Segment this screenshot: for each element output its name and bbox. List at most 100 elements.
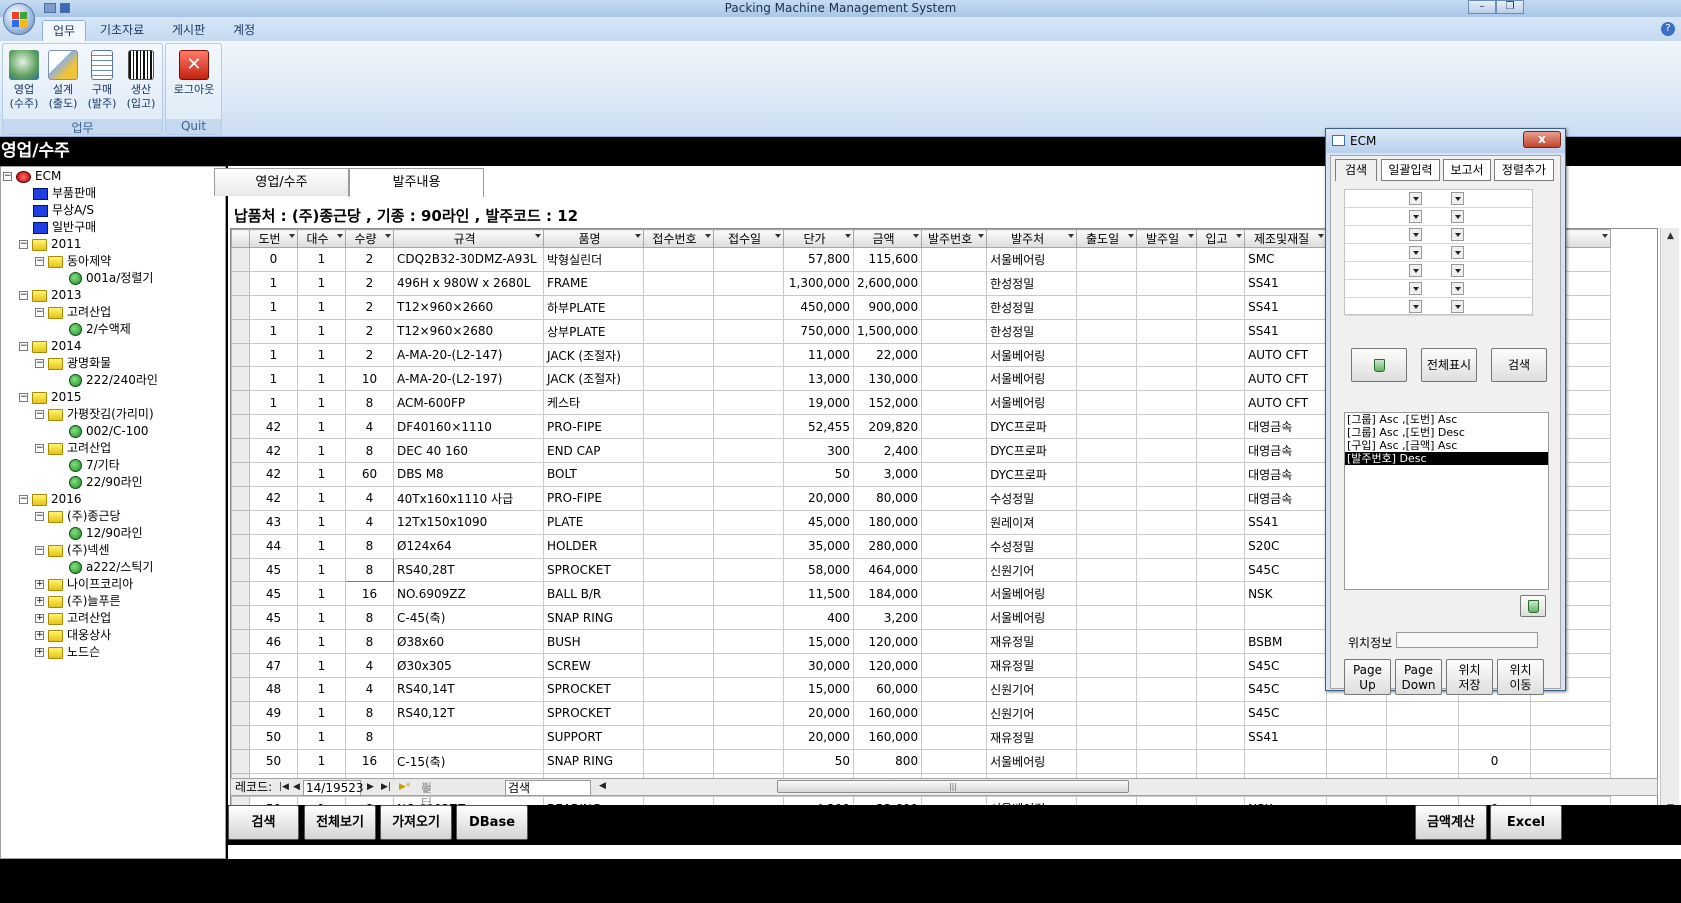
- table-cell[interactable]: NO.6909ZZ: [393, 581, 544, 607]
- table-cell[interactable]: 4: [345, 485, 394, 511]
- table-cell[interactable]: [1196, 390, 1246, 416]
- table-cell[interactable]: A-MA-20-(L2-147): [393, 342, 544, 368]
- column-header[interactable]: 발주일: [1136, 229, 1198, 248]
- table-cell[interactable]: 47: [249, 653, 298, 679]
- table-cell[interactable]: SNAP RING: [543, 605, 644, 631]
- table-cell[interactable]: [713, 724, 784, 750]
- tree-item[interactable]: + 고려산업: [35, 609, 111, 627]
- new-record-icon[interactable]: ▶*: [399, 780, 410, 795]
- table-cell[interactable]: [921, 605, 988, 631]
- table-cell[interactable]: [643, 414, 714, 440]
- table-cell[interactable]: [1136, 677, 1198, 702]
- table-cell[interactable]: [1076, 294, 1138, 320]
- table-cell[interactable]: 50: [783, 462, 854, 487]
- table-row[interactable]: 50 1 16 C-15(축) SNAP RING 50 800 서울베어링 0: [231, 748, 1612, 774]
- table-cell[interactable]: FRAME: [543, 270, 644, 296]
- sort-dropdown-icon[interactable]: [845, 234, 851, 238]
- table-cell[interactable]: 1: [249, 366, 298, 392]
- table-cell[interactable]: 1: [297, 557, 346, 583]
- table-cell[interactable]: [643, 700, 714, 726]
- view-all-button[interactable]: 전체보기: [304, 805, 376, 840]
- horizontal-scroll-thumb[interactable]: |||: [777, 780, 1129, 793]
- table-cell[interactable]: S45C: [1244, 653, 1328, 679]
- vertical-scrollbar[interactable]: ▲ ▼: [1660, 228, 1679, 816]
- table-cell[interactable]: [713, 462, 784, 487]
- tree-item[interactable]: 12/90라인: [69, 524, 143, 542]
- table-cell[interactable]: [1136, 438, 1198, 464]
- table-cell[interactable]: 서울베어링: [986, 366, 1078, 392]
- row-selector[interactable]: [231, 485, 250, 511]
- column-header[interactable]: 대수: [297, 229, 346, 248]
- table-cell[interactable]: [1136, 748, 1198, 774]
- table-cell[interactable]: 19,000: [783, 390, 854, 416]
- first-record-icon[interactable]: |◀: [279, 780, 289, 795]
- search-button[interactable]: 검색: [228, 805, 299, 840]
- show-all-button[interactable]: 전체표시: [1421, 348, 1477, 382]
- sort-dropdown-icon[interactable]: [775, 234, 781, 238]
- column-header[interactable]: 출도일: [1076, 229, 1138, 248]
- table-cell[interactable]: [1136, 462, 1198, 487]
- table-cell[interactable]: [1076, 342, 1138, 368]
- goto-position-button[interactable]: 위치 이동: [1497, 659, 1544, 695]
- table-cell[interactable]: 8: [345, 438, 394, 464]
- dropdown-icon[interactable]: [1409, 300, 1422, 313]
- table-cell[interactable]: [1196, 366, 1246, 392]
- table-cell[interactable]: 45,000: [783, 509, 854, 535]
- scroll-up-icon[interactable]: ▲: [1661, 228, 1680, 244]
- table-cell[interactable]: 60: [345, 462, 394, 487]
- page-up-button[interactable]: Page Up: [1344, 659, 1391, 695]
- dropdown-icon[interactable]: [1409, 228, 1422, 241]
- table-cell[interactable]: [1136, 485, 1198, 511]
- row-selector[interactable]: [231, 318, 250, 344]
- table-cell[interactable]: [1196, 677, 1246, 702]
- table-cell[interactable]: SUPPORT: [543, 724, 644, 750]
- list-item[interactable]: [발주번호] Desc: [1345, 452, 1548, 465]
- table-cell[interactable]: [1076, 533, 1138, 559]
- table-cell[interactable]: [713, 653, 784, 679]
- table-cell[interactable]: [643, 748, 714, 774]
- table-cell[interactable]: [713, 748, 784, 774]
- row-selector[interactable]: [231, 533, 250, 559]
- row-selector[interactable]: [231, 462, 250, 487]
- table-cell[interactable]: PRO-FIPE: [543, 485, 644, 511]
- tree-item[interactable]: −2015: [19, 388, 82, 406]
- table-cell[interactable]: [1244, 605, 1328, 631]
- quick-access-save-icon[interactable]: [44, 3, 56, 13]
- table-cell[interactable]: DYC프로파: [986, 414, 1078, 440]
- table-cell[interactable]: [643, 270, 714, 296]
- column-header[interactable]: 단가: [783, 229, 854, 248]
- table-cell[interactable]: AUTO CFT: [1244, 342, 1328, 368]
- table-cell[interactable]: 12Tx150x1090: [393, 509, 544, 535]
- table-cell[interactable]: [1326, 700, 1388, 726]
- criteria-row[interactable]: [1345, 298, 1534, 316]
- table-cell[interactable]: 450,000: [783, 294, 854, 320]
- table-cell[interactable]: Ø124x64: [393, 533, 544, 559]
- table-cell[interactable]: [713, 605, 784, 631]
- dbase-button[interactable]: DBase: [456, 805, 528, 840]
- sort-dropdown-icon[interactable]: [913, 234, 920, 238]
- save-position-button[interactable]: 위치 저장: [1446, 659, 1493, 695]
- table-cell[interactable]: 2,600,000: [852, 270, 923, 296]
- table-cell[interactable]: SS41: [1244, 270, 1328, 296]
- table-cell[interactable]: 42: [249, 438, 298, 464]
- table-cell[interactable]: S45C: [1244, 677, 1328, 702]
- tree-item[interactable]: − 광명화물: [35, 354, 111, 372]
- table-cell[interactable]: [713, 294, 784, 320]
- table-cell[interactable]: [921, 438, 988, 464]
- table-cell[interactable]: T12×960×2680: [393, 318, 544, 344]
- table-cell[interactable]: [1076, 629, 1138, 655]
- table-cell[interactable]: END CAP: [543, 438, 644, 464]
- table-cell[interactable]: 35,000: [783, 533, 854, 559]
- table-cell[interactable]: [1136, 342, 1198, 368]
- table-cell[interactable]: [1530, 748, 1612, 774]
- delete-sort-button[interactable]: [1520, 595, 1546, 617]
- table-cell[interactable]: [921, 270, 988, 296]
- table-cell[interactable]: [1136, 247, 1198, 272]
- table-cell[interactable]: [1076, 724, 1138, 750]
- table-cell[interactable]: 1,500,000: [852, 318, 923, 344]
- table-cell[interactable]: [1076, 318, 1138, 344]
- clear-criteria-button[interactable]: [1351, 348, 1407, 382]
- table-cell[interactable]: 496H x 980W x 2680L: [393, 270, 544, 296]
- criteria-row[interactable]: [1345, 226, 1534, 244]
- table-cell[interactable]: 8: [345, 557, 394, 583]
